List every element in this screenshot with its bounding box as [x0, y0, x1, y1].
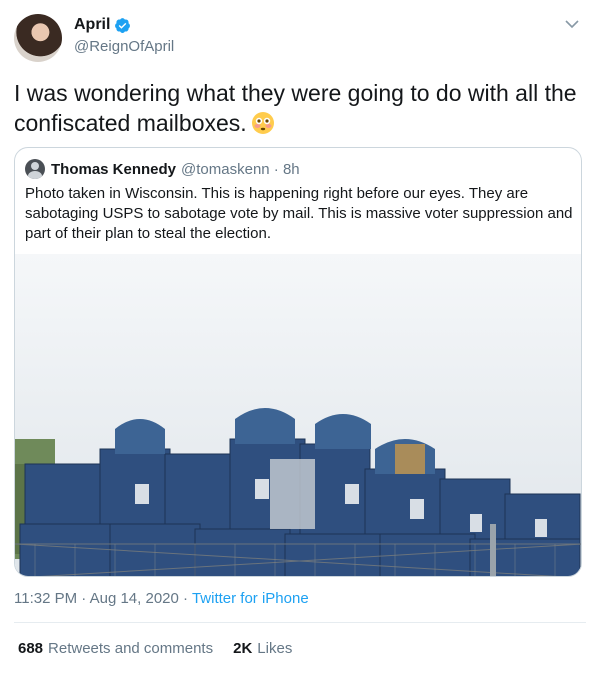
divider: [14, 622, 586, 623]
mailboxes-photo[interactable]: [15, 254, 582, 577]
quoted-author-name: Thomas Kennedy: [51, 160, 177, 178]
author-name[interactable]: April: [74, 16, 110, 34]
meta-separator: ·: [183, 590, 192, 607]
tweet-body: I was wondering what they were going to …: [14, 78, 590, 138]
likes-label: Likes: [257, 640, 293, 657]
likes-stat[interactable]: 2K Likes: [233, 640, 292, 657]
likes-count: 2K: [233, 640, 253, 657]
avatar[interactable]: [14, 14, 62, 62]
meta-separator: ·: [81, 590, 90, 607]
retweets-stat[interactable]: 688 Retweets and comments: [18, 640, 213, 657]
tweet-date[interactable]: Aug 14, 2020: [90, 590, 179, 607]
quoted-tweet-text: Photo taken in Wisconsin. This is happen…: [25, 185, 573, 242]
retweets-count: 688: [18, 640, 44, 657]
tweet-meta: 11:32 PM · Aug 14, 2020 · Twitter for iP…: [14, 590, 309, 607]
verified-badge-icon: [115, 17, 131, 33]
tweet-header: April @ReignOfApril: [14, 12, 586, 64]
tweet-stats: 688 Retweets and comments 2K Likes: [18, 640, 312, 657]
quoted-avatar: [25, 159, 45, 179]
tweet-source[interactable]: Twitter for iPhone: [192, 590, 309, 607]
author-handle[interactable]: @ReignOfApril: [74, 38, 174, 55]
quoted-author-handle: @tomaskenn · 8h: [181, 160, 300, 178]
retweets-label: Retweets and comments: [48, 640, 214, 657]
author-name-row: April: [74, 16, 131, 34]
quoted-tweet[interactable]: Thomas Kennedy @tomaskenn · 8h Photo tak…: [14, 147, 582, 577]
flushed-face-emoji: [251, 112, 274, 134]
chevron-down-icon[interactable]: [564, 16, 580, 32]
quoted-tweet-header: Thomas Kennedy @tomaskenn · 8h: [25, 159, 300, 179]
tweet-time[interactable]: 11:32 PM: [14, 590, 77, 607]
tweet-text: I was wondering what they were going to …: [14, 80, 577, 136]
